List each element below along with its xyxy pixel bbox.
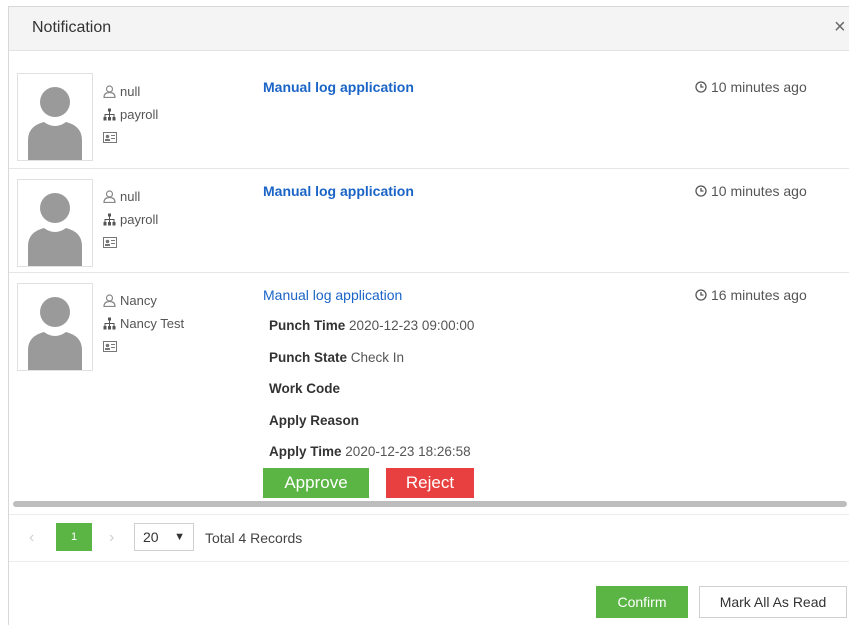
page-size-select[interactable]: 20 ▼ (134, 523, 194, 551)
department-name: payroll (120, 212, 159, 227)
notification-time: 10 minutes ago (695, 183, 807, 199)
chevron-down-icon: ▼ (174, 531, 185, 543)
org-icon (103, 213, 116, 226)
dialog-header: Notification × (9, 7, 849, 51)
page-size-value: 20 (143, 529, 159, 545)
department-name: payroll (120, 107, 159, 122)
id-card-icon (103, 341, 117, 352)
detail-punch-state: Punch State Check In (269, 349, 405, 365)
close-icon[interactable]: × (834, 17, 849, 37)
notification-dialog: Notification × null payroll Manual log a… (8, 6, 849, 625)
user-meta: null payroll (103, 185, 158, 254)
mark-all-read-button[interactable]: Mark All As Read (699, 586, 847, 618)
notification-title-link[interactable]: Manual log application (263, 287, 402, 303)
notification-time: 10 minutes ago (695, 79, 807, 95)
avatar (17, 73, 93, 161)
notification-title-link[interactable]: Manual log application (263, 183, 414, 199)
reject-button[interactable]: Reject (386, 468, 474, 498)
next-page-button[interactable]: › (109, 529, 114, 547)
confirm-button[interactable]: Confirm (596, 586, 688, 618)
id-card-icon (103, 237, 117, 248)
time-text: 16 minutes ago (711, 287, 807, 303)
department-name: Nancy Test (120, 316, 185, 331)
avatar-silhouette-icon (28, 193, 82, 266)
org-icon (103, 317, 116, 330)
user-name: Nancy (120, 293, 157, 308)
detail-work-code: Work Code (269, 381, 341, 396)
id-card-icon (103, 132, 117, 143)
detail-punch-time: Punch Time 2020-12-23 09:00:00 (269, 318, 475, 333)
notification-item[interactable]: null payroll Manual log application 10 m… (9, 63, 849, 169)
horizontal-scrollbar[interactable] (13, 501, 847, 507)
clock-icon (695, 289, 707, 301)
notification-time: 16 minutes ago (695, 287, 807, 303)
user-meta: Nancy Nancy Test (103, 289, 184, 358)
clock-icon (695, 185, 707, 197)
clock-icon (695, 81, 707, 93)
application-details: Punch Time 2020-12-23 09:00:00 Punch Sta… (269, 310, 474, 468)
detail-apply-time: Apply Time 2020-12-23 18:26:58 (269, 444, 471, 459)
user-name: null (120, 84, 141, 99)
notification-title-link[interactable]: Manual log application (263, 79, 414, 95)
time-text: 10 minutes ago (711, 183, 807, 199)
total-records: Total 4 Records (205, 530, 303, 546)
avatar (17, 283, 93, 371)
prev-page-button[interactable]: ‹ (29, 529, 34, 547)
avatar (17, 179, 93, 267)
time-text: 10 minutes ago (711, 79, 807, 95)
user-icon (103, 190, 116, 203)
org-icon (103, 108, 116, 121)
dialog-title: Notification (32, 19, 112, 36)
pagination: ‹ 1 › 20 ▼ Total 4 Records (9, 514, 849, 562)
detail-apply-reason: Apply Reason (269, 412, 360, 428)
page-number-button[interactable]: 1 (56, 523, 92, 551)
notification-list: null payroll Manual log application 10 m… (9, 63, 849, 503)
avatar-silhouette-icon (28, 297, 82, 370)
user-icon (103, 85, 116, 98)
notification-item[interactable]: null payroll Manual log application 10 m… (9, 169, 849, 273)
user-meta: null payroll (103, 80, 158, 149)
approve-button[interactable]: Approve (263, 468, 369, 498)
avatar-silhouette-icon (28, 87, 82, 160)
user-icon (103, 294, 116, 307)
user-name: null (120, 189, 141, 204)
